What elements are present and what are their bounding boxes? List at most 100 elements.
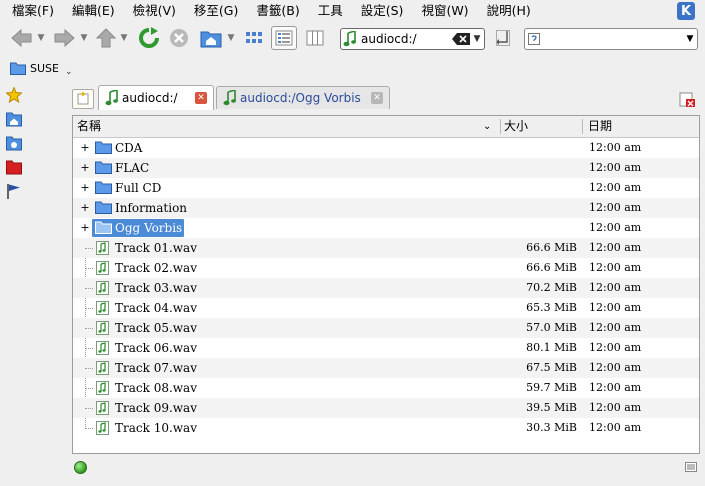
location-bar[interactable]: audiocd:/ ▼ [340, 28, 485, 50]
stop-button[interactable] [168, 26, 190, 50]
web-search-box[interactable]: ▼ [524, 28, 698, 50]
menu-help[interactable]: 說明(H) [477, 0, 539, 22]
bookmark-folder-suse[interactable]: SUSE [30, 62, 59, 75]
tree-connector-line [85, 328, 93, 329]
go-button[interactable] [492, 28, 514, 48]
tab-audiocd-ogg-vorbis[interactable]: audiocd:/Ogg Vorbis ✕ [216, 86, 390, 109]
folder-icon [95, 141, 112, 154]
close-tab-icon[interactable]: ✕ [195, 92, 207, 104]
folder-row[interactable]: + CDA 12:00 am [73, 138, 699, 158]
menu-bookmarks[interactable]: 書籤(B) [246, 0, 307, 22]
close-tab-red-icon [679, 92, 695, 107]
file-row[interactable]: Track 04.wav 65.3 MiB 12:00 am [73, 298, 699, 318]
icon-view-button[interactable] [241, 26, 267, 50]
red-folder-icon[interactable] [6, 159, 22, 175]
folder-icon [95, 201, 112, 214]
menu-view[interactable]: 檢視(V) [123, 0, 184, 22]
location-input[interactable]: audiocd:/ [359, 32, 452, 46]
home-button[interactable] [199, 26, 223, 50]
file-row[interactable]: Track 10.wav 30.3 MiB 12:00 am [73, 418, 699, 438]
file-name: Track 10.wav [115, 421, 197, 435]
column-divider[interactable] [500, 119, 501, 134]
folder-row[interactable]: + FLAC 12:00 am [73, 158, 699, 178]
clear-location-icon[interactable] [452, 33, 470, 45]
menu-tools[interactable]: 工具 [308, 0, 351, 22]
folder-date: 12:00 am [589, 161, 642, 174]
tree-connector-line [85, 268, 93, 269]
column-view-button[interactable] [302, 26, 328, 50]
star-bookmarks-icon[interactable] [6, 87, 22, 103]
audio-cd-tab-icon [223, 90, 236, 106]
tree-connector-line [85, 408, 93, 409]
home-folder-sidebar-icon[interactable] [6, 111, 22, 127]
collapse-icon[interactable]: + [80, 218, 90, 238]
forward-button[interactable] [52, 26, 76, 50]
file-name: Track 04.wav [115, 301, 197, 315]
menu-window[interactable]: 視窗(W) [411, 0, 476, 22]
search-dropdown-chevron-icon[interactable]: ▼ [683, 34, 697, 44]
file-date: 12:00 am [589, 401, 642, 414]
network-folder-icon[interactable] [6, 135, 22, 151]
link-view-icon[interactable] [685, 462, 697, 472]
new-tab-button[interactable] [72, 89, 94, 109]
bookmark-chevron-down-icon[interactable]: ⌄ [65, 67, 73, 77]
sort-chevron-down-icon[interactable]: ⌄ [483, 116, 491, 137]
folder-date: 12:00 am [589, 201, 642, 214]
file-row[interactable]: Track 07.wav 67.5 MiB 12:00 am [73, 358, 699, 378]
file-size: 65.3 MiB [526, 301, 577, 314]
expand-icon[interactable]: + [80, 138, 90, 158]
column-header-size[interactable]: 大小 [504, 116, 528, 137]
file-date: 12:00 am [589, 281, 642, 294]
location-dropdown-chevron-icon[interactable]: ▼ [470, 34, 484, 44]
tab-audiocd-root[interactable]: audiocd:/ ✕ [98, 85, 214, 110]
sidebar [0, 84, 28, 204]
file-row[interactable]: Track 08.wav 59.7 MiB 12:00 am [73, 378, 699, 398]
forward-history-chevron-icon[interactable]: ▼ [79, 26, 89, 50]
audio-cd-icon [341, 31, 359, 47]
file-row[interactable]: Track 06.wav 80.1 MiB 12:00 am [73, 338, 699, 358]
expand-icon[interactable]: + [80, 158, 90, 178]
folder-row[interactable]: + Full CD 12:00 am [73, 178, 699, 198]
file-row[interactable]: Track 09.wav 39.5 MiB 12:00 am [73, 398, 699, 418]
back-history-chevron-icon[interactable]: ▼ [36, 26, 46, 50]
folder-date: 12:00 am [589, 141, 642, 154]
folder-icon [95, 181, 112, 194]
menu-file[interactable]: 檔案(F) [0, 0, 62, 22]
menu-settings[interactable]: 設定(S) [351, 0, 412, 22]
up-button[interactable] [95, 26, 117, 50]
detail-view-button[interactable] [271, 26, 297, 50]
folder-icon [95, 161, 112, 174]
file-row[interactable]: Track 01.wav 66.6 MiB 12:00 am [73, 238, 699, 258]
stop-icon [170, 29, 188, 47]
folder-row-selected[interactable]: + Ogg Vorbis 12:00 am [73, 218, 699, 238]
expand-icon[interactable]: + [80, 178, 90, 198]
column-divider[interactable] [582, 119, 583, 134]
reload-button[interactable] [137, 26, 161, 50]
icon-view-icon [246, 32, 262, 43]
audio-file-icon [96, 341, 109, 355]
file-name: Track 09.wav [115, 401, 197, 415]
file-list-view[interactable]: 名稱 ⌄ 大小 日期 + CDA 12:00 am + FLAC 12:00 a… [72, 115, 700, 454]
column-header-name[interactable]: 名稱 [77, 116, 101, 137]
menu-edit[interactable]: 編輯(E) [62, 0, 123, 22]
file-row[interactable]: Track 02.wav 66.6 MiB 12:00 am [73, 258, 699, 278]
file-name: Track 06.wav [115, 341, 197, 355]
close-current-tab-button[interactable] [678, 90, 696, 108]
file-row[interactable]: Track 03.wav 70.2 MiB 12:00 am [73, 278, 699, 298]
flag-icon[interactable] [6, 183, 22, 199]
audio-file-icon [96, 241, 109, 255]
folder-row[interactable]: + Information 12:00 am [73, 198, 699, 218]
file-row[interactable]: Track 05.wav 57.0 MiB 12:00 am [73, 318, 699, 338]
file-name: Track 07.wav [115, 361, 197, 375]
up-history-chevron-icon[interactable]: ▼ [119, 26, 129, 50]
menu-go[interactable]: 移至(G) [184, 0, 246, 22]
close-tab-icon[interactable]: ✕ [371, 92, 383, 104]
column-header-date[interactable]: 日期 [588, 116, 612, 137]
search-engine-icon[interactable] [525, 33, 543, 45]
home-chevron-icon[interactable]: ▼ [226, 26, 236, 50]
file-size: 66.6 MiB [526, 261, 577, 274]
menu-bar: 檔案(F) 編輯(E) 檢視(V) 移至(G) 書籤(B) 工具 設定(S) 視… [0, 0, 705, 22]
expand-icon[interactable]: + [80, 198, 90, 218]
back-button[interactable] [10, 26, 34, 50]
column-header-row: 名稱 ⌄ 大小 日期 [73, 116, 699, 138]
